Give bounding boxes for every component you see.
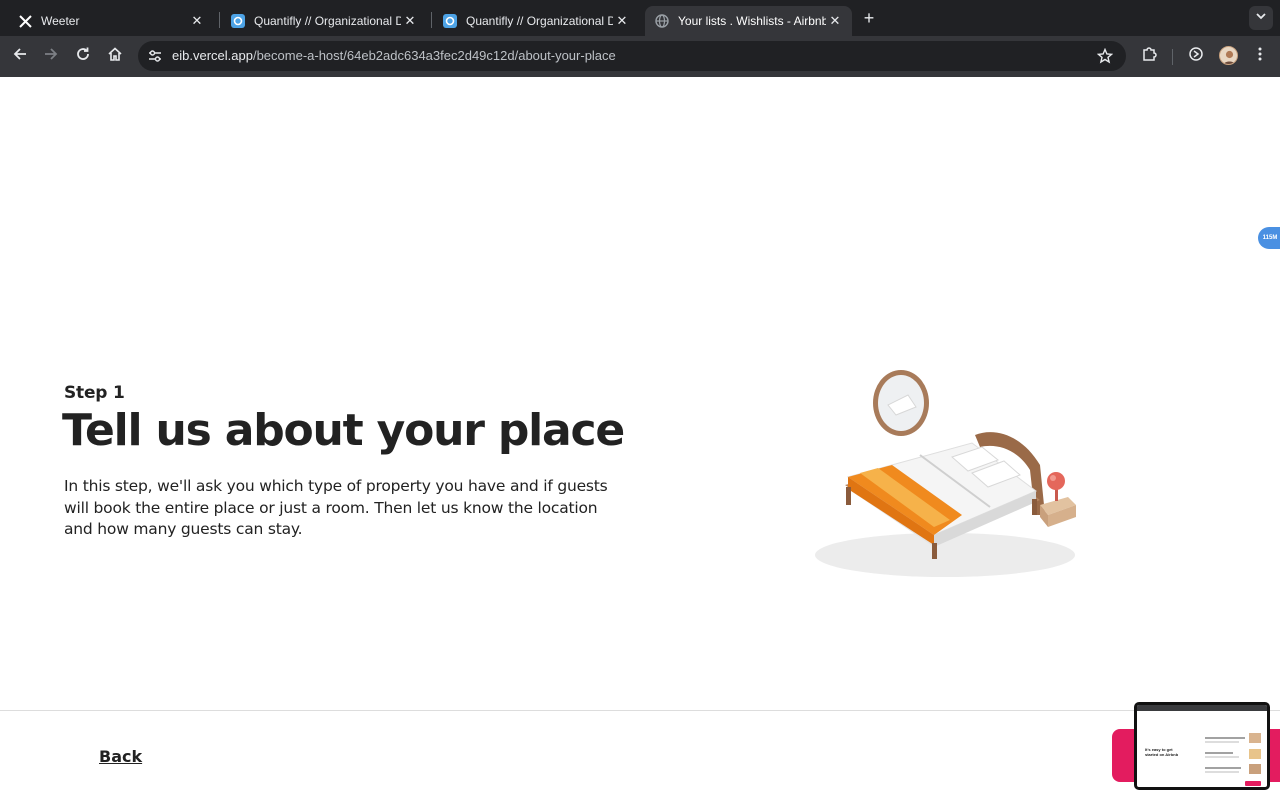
globe-icon bbox=[655, 14, 669, 28]
tab-separator bbox=[431, 12, 432, 28]
page-content: Step 1 Tell us about your place In this … bbox=[0, 77, 1280, 800]
preview-heading: It's easy to get started on Airbnb bbox=[1145, 747, 1179, 757]
preview-list bbox=[1205, 733, 1261, 786]
page-description: In this step, we'll ask you which type o… bbox=[64, 477, 608, 538]
toolbar-divider bbox=[1172, 49, 1173, 65]
close-icon[interactable]: ✕ bbox=[188, 12, 206, 30]
step-label: Step 1 bbox=[64, 383, 125, 403]
extension-button[interactable] bbox=[1184, 44, 1208, 68]
tab-weeter[interactable]: Weeter ✕ bbox=[8, 6, 214, 36]
tab-title: Quantifly // Organizational Dia bbox=[254, 14, 401, 28]
home-button[interactable] bbox=[103, 44, 127, 68]
url-path: /become-a-host/64eb2adc634a3fec2d49c12d/… bbox=[252, 48, 616, 63]
tab-strip: Weeter ✕ Quantifly // Organizational Dia… bbox=[0, 0, 1280, 36]
close-icon[interactable]: ✕ bbox=[401, 12, 419, 30]
browser-menu-button[interactable] bbox=[1248, 44, 1272, 68]
address-bar[interactable]: eib.vercel.app/become-a-host/64eb2adc634… bbox=[138, 41, 1126, 71]
close-icon[interactable]: ✕ bbox=[613, 12, 631, 30]
preview-toolbar bbox=[1137, 705, 1267, 711]
back-nav-button[interactable] bbox=[8, 44, 32, 68]
home-icon bbox=[107, 46, 123, 67]
tab-airbnb-wishlists[interactable]: Your lists . Wishlists - Airbnb ✕ bbox=[645, 6, 852, 36]
url-host: eib.vercel.app bbox=[172, 48, 253, 63]
arrow-left-icon bbox=[12, 46, 28, 67]
more-vertical-icon bbox=[1252, 46, 1268, 67]
bed-illustration bbox=[800, 365, 1090, 585]
tab-separator bbox=[219, 12, 220, 28]
reload-button[interactable] bbox=[71, 44, 95, 68]
tab-quantifly-2[interactable]: Quantifly // Organizational Dia ✕ bbox=[433, 6, 639, 36]
quantifly-icon bbox=[231, 14, 245, 28]
back-button[interactable]: Back bbox=[99, 747, 142, 766]
puzzle-icon bbox=[1141, 46, 1157, 67]
tab-title: Your lists . Wishlists - Airbnb bbox=[678, 14, 826, 28]
page-title: Tell us about your place bbox=[62, 405, 625, 456]
tab-search-button[interactable] bbox=[1249, 6, 1273, 30]
extension-shield-icon bbox=[1188, 46, 1204, 67]
extensions-button[interactable] bbox=[1137, 44, 1161, 68]
forward-nav-button[interactable] bbox=[39, 44, 63, 68]
arrow-right-icon bbox=[43, 46, 59, 67]
footer-divider bbox=[0, 710, 1280, 711]
new-tab-button[interactable]: + bbox=[859, 8, 879, 28]
screen-recording-preview[interactable]: It's easy to get started on Airbnb bbox=[1134, 702, 1270, 790]
extension-floating-badge[interactable]: 115M bbox=[1258, 227, 1280, 249]
close-icon[interactable]: ✕ bbox=[826, 12, 844, 30]
site-settings-icon[interactable] bbox=[146, 47, 164, 65]
browser-toolbar: eib.vercel.app/become-a-host/64eb2adc634… bbox=[0, 36, 1280, 77]
quantifly-icon bbox=[443, 14, 457, 28]
tab-title: Quantifly // Organizational Dia bbox=[466, 14, 613, 28]
x-logo-icon bbox=[18, 14, 32, 28]
reload-icon bbox=[75, 46, 91, 67]
chevron-down-icon bbox=[1255, 9, 1267, 27]
profile-avatar[interactable] bbox=[1219, 46, 1238, 65]
url-text: eib.vercel.app/become-a-host/64eb2adc634… bbox=[172, 48, 616, 63]
tab-quantifly-1[interactable]: Quantifly // Organizational Dia ✕ bbox=[221, 6, 427, 36]
tab-title: Weeter bbox=[41, 14, 80, 28]
bookmark-star-icon[interactable] bbox=[1096, 47, 1114, 65]
